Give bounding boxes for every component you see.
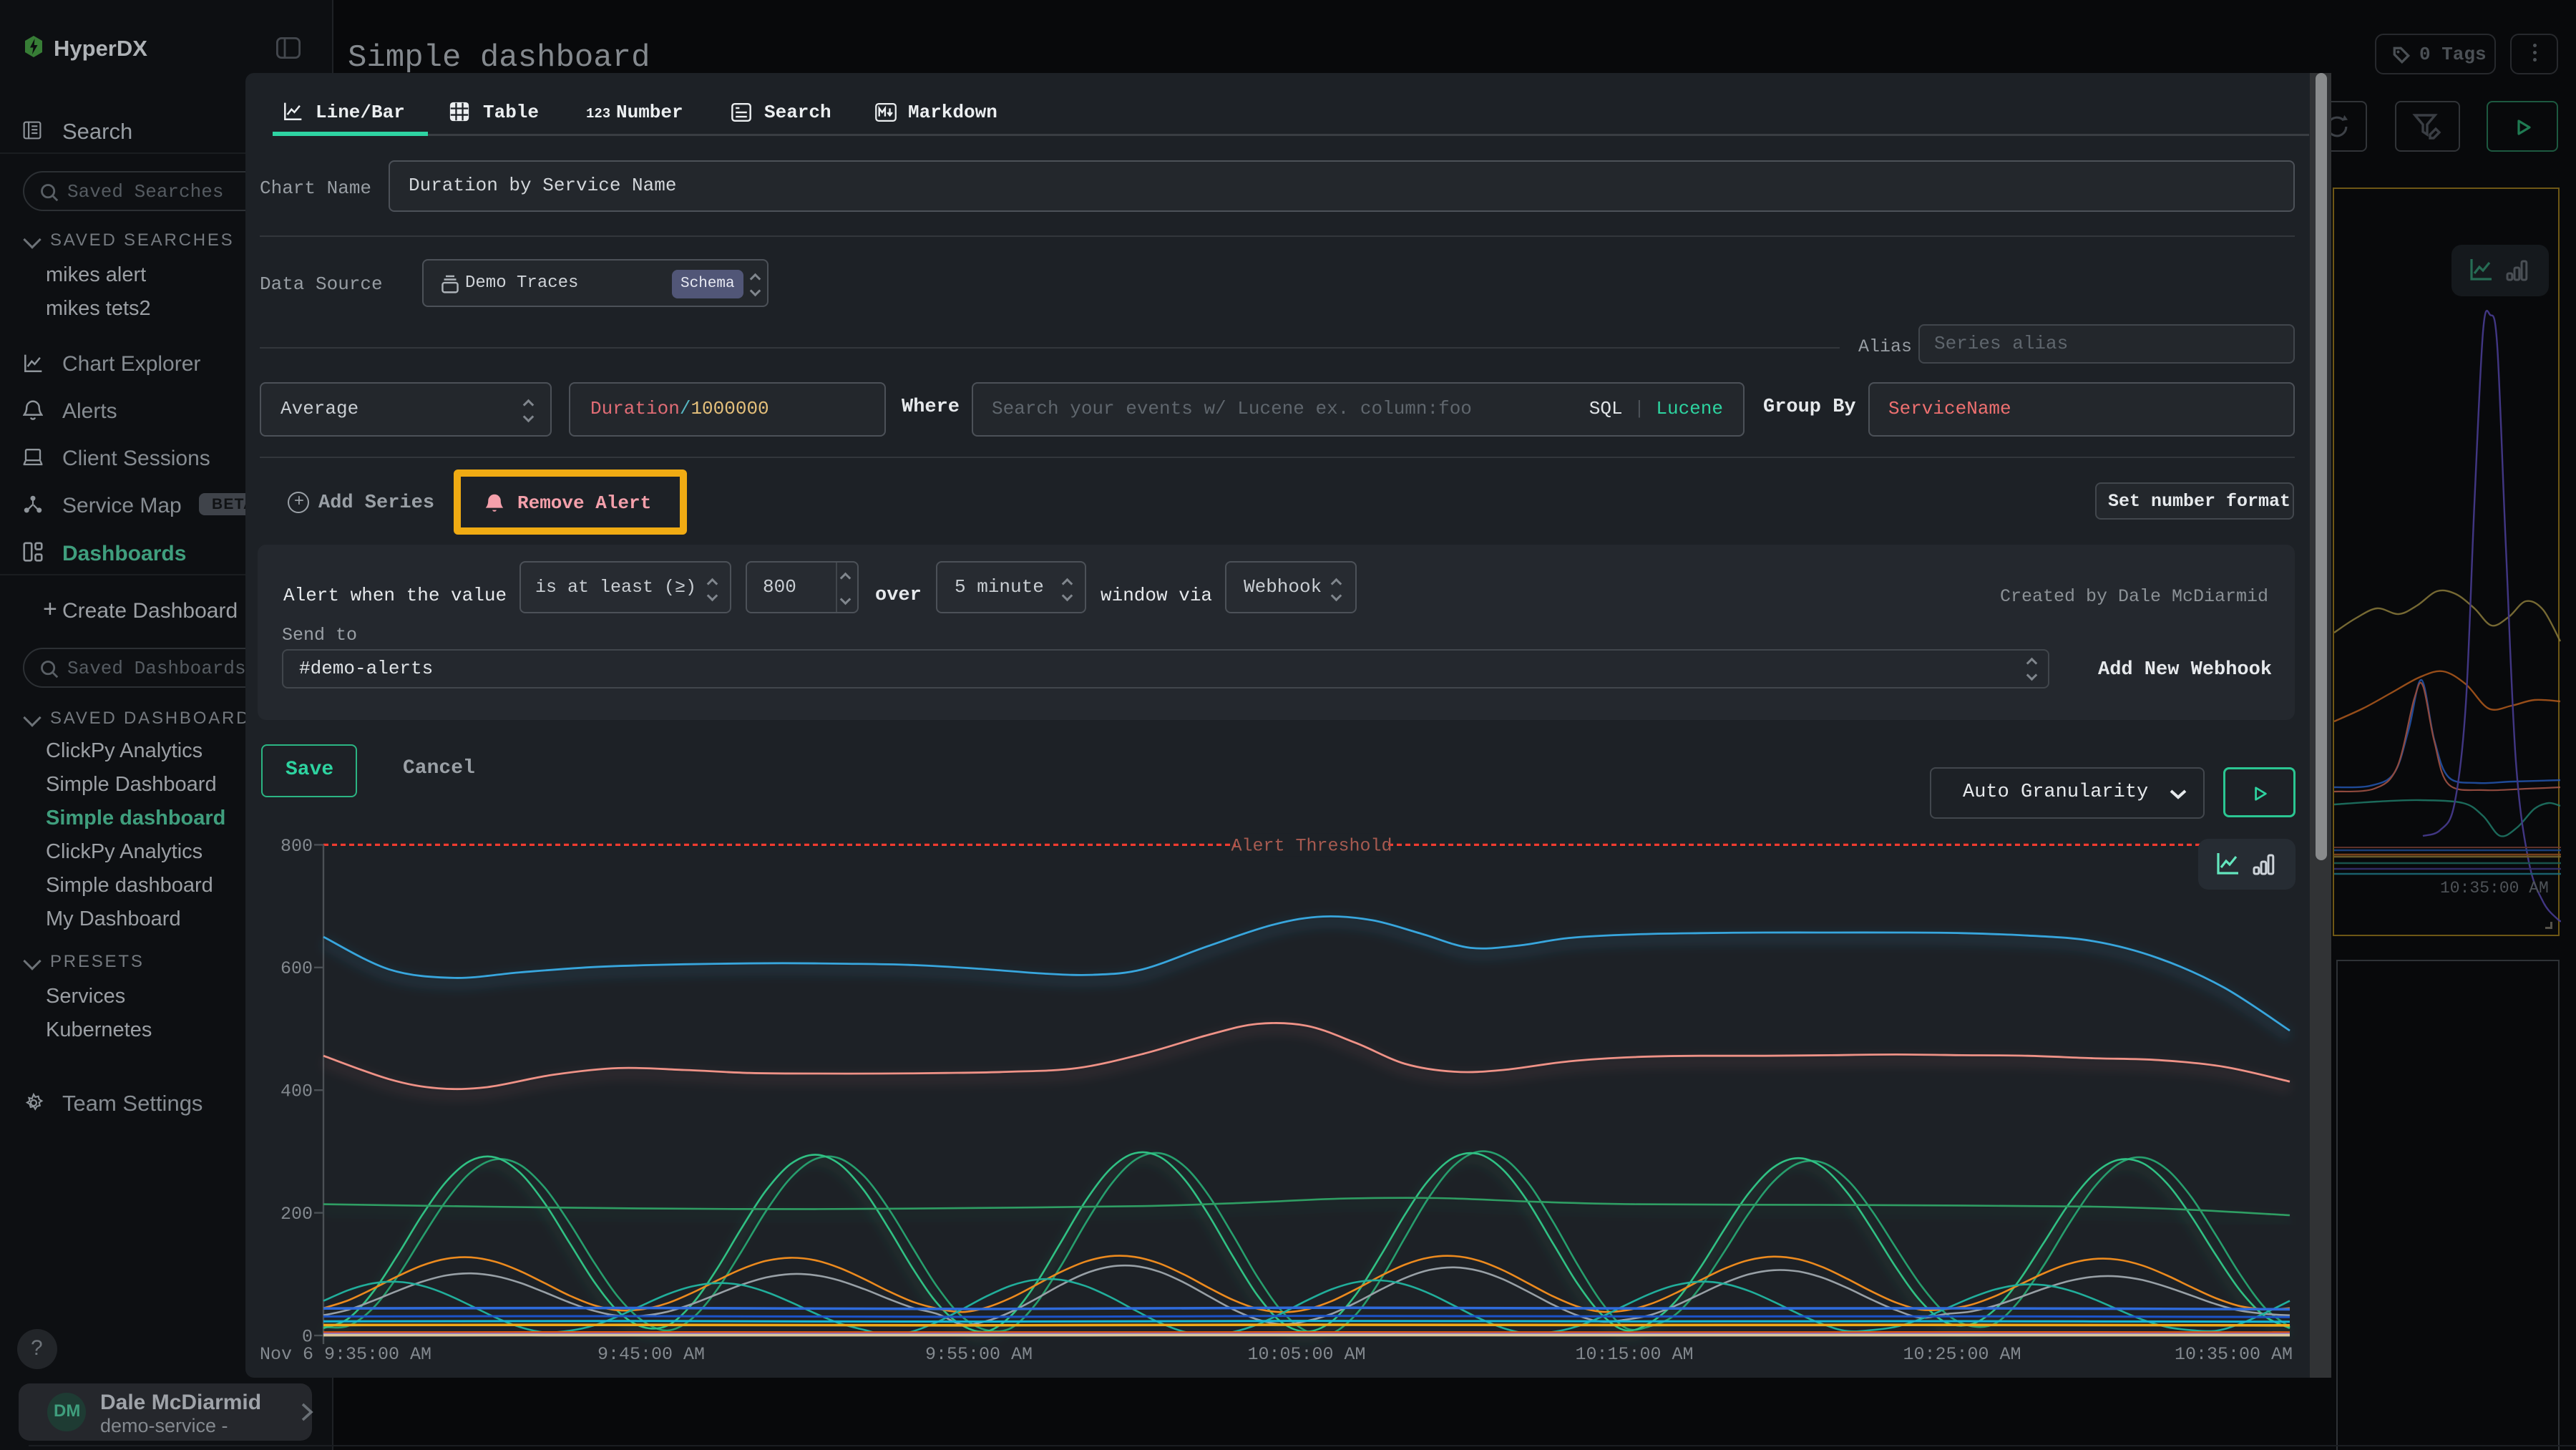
- svg-text:10:15:00 AM: 10:15:00 AM: [1575, 1344, 1693, 1365]
- svg-text:9:55:00 AM: 9:55:00 AM: [925, 1344, 1033, 1365]
- svg-text:800: 800: [280, 836, 313, 857]
- svg-text:400: 400: [280, 1081, 313, 1102]
- svg-text:Nov 6 9:35:00 AM: Nov 6 9:35:00 AM: [260, 1344, 431, 1365]
- svg-text:Alert Threshold: Alert Threshold: [1231, 835, 1392, 856]
- svg-text:10:05:00 AM: 10:05:00 AM: [1247, 1344, 1365, 1365]
- svg-text:10:25:00 AM: 10:25:00 AM: [1903, 1344, 2021, 1365]
- svg-text:200: 200: [280, 1204, 313, 1225]
- svg-text:10:35:00 AM: 10:35:00 AM: [2175, 1344, 2293, 1365]
- svg-text:600: 600: [280, 958, 313, 979]
- svg-text:9:45:00 AM: 9:45:00 AM: [597, 1344, 705, 1365]
